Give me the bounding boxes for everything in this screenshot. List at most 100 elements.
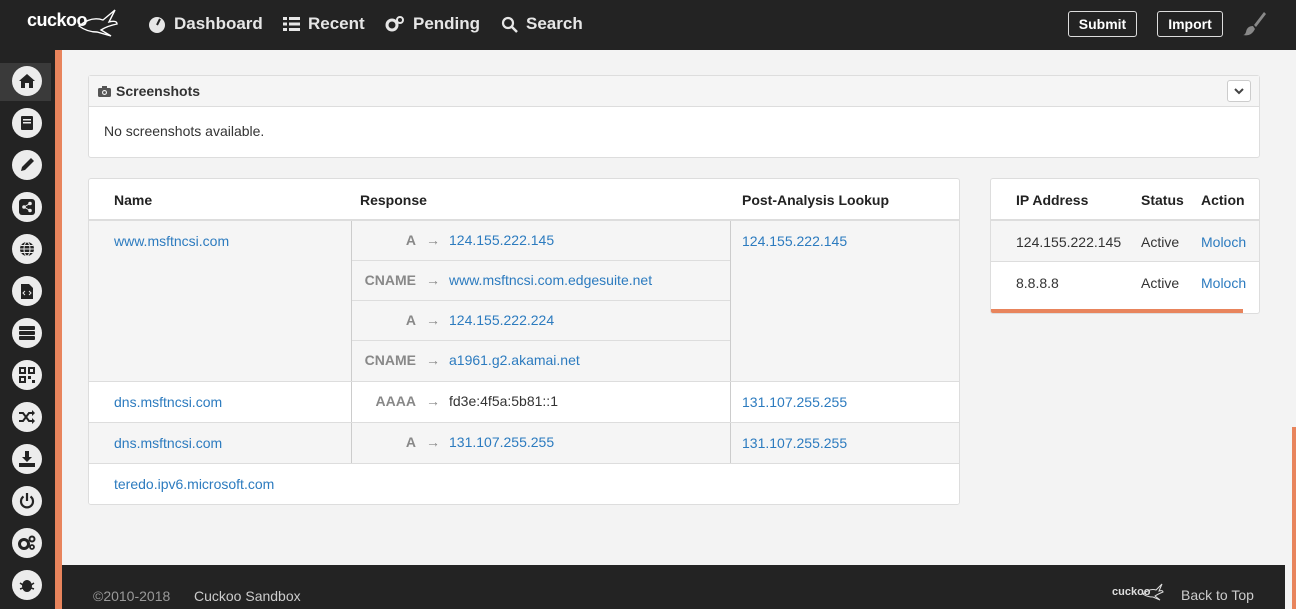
sidebar-power[interactable] — [12, 486, 42, 516]
record-type: A — [405, 434, 416, 450]
table-row: dns.msftncsi.com AAAA → fd3e:4f5a:5b81::… — [89, 382, 959, 423]
power-icon — [19, 493, 35, 509]
record-type: AAAA — [375, 393, 416, 409]
table-row: teredo.ipv6.microsoft.com — [89, 464, 959, 504]
post-analysis-link[interactable]: 131.107.255.255 — [742, 394, 847, 410]
post-analysis-link[interactable]: 131.107.255.255 — [742, 435, 847, 451]
accent-bar — [55, 50, 62, 609]
footer-brand: Cuckoo Sandbox — [194, 588, 301, 604]
response-item: CNAME → a1961.g2.akamai.net — [352, 341, 730, 381]
header-status: Status — [1141, 192, 1184, 208]
back-to-top-link[interactable]: Back to Top — [1181, 587, 1254, 603]
post-analysis-link[interactable]: 124.155.222.145 — [742, 233, 847, 249]
sidebar-download[interactable] — [12, 444, 42, 474]
screenshots-panel-header: Screenshots — [89, 76, 1259, 107]
domain-link[interactable]: teredo.ipv6.microsoft.com — [114, 476, 274, 492]
horizontal-scrollbar[interactable] — [991, 309, 1243, 313]
arrow-right-icon: → — [426, 312, 440, 328]
response-value-link[interactable]: 131.107.255.255 — [449, 434, 554, 450]
status: Active — [1141, 275, 1180, 291]
nav-search-label: Search — [526, 14, 583, 33]
table-row: 8.8.8.8 Active Moloch — [991, 262, 1259, 303]
camera-icon — [98, 85, 111, 97]
dashboard-icon — [149, 17, 165, 33]
arrow-right-icon: → — [426, 272, 440, 288]
response-item: AAAA → fd3e:4f5a:5b81::1 — [352, 382, 730, 422]
arrow-right-icon: → — [426, 393, 440, 409]
server-icon — [19, 326, 35, 340]
copyright: ©2010-2018 — [93, 588, 171, 604]
domain-link[interactable]: dns.msftncsi.com — [114, 394, 222, 410]
scrollbar-thumb[interactable] — [1292, 427, 1296, 609]
header-response: Response — [360, 192, 427, 208]
response-value-link[interactable]: www.msftncsi.com.edgesuite.net — [449, 272, 652, 288]
sidebar-server[interactable] — [12, 318, 42, 348]
screenshots-title: Screenshots — [116, 83, 201, 99]
download-icon — [19, 451, 35, 467]
sidebar-pencil[interactable] — [12, 150, 42, 180]
screenshots-panel: Screenshots No screenshots available. — [88, 75, 1260, 158]
response-value-link[interactable]: 124.155.222.224 — [449, 312, 554, 328]
response-item: A → 131.107.255.255 — [352, 423, 730, 463]
response-item: A → 124.155.222.145 — [352, 221, 730, 261]
nav-pending[interactable]: Pending — [385, 14, 480, 34]
nav-recent[interactable]: Recent — [283, 14, 365, 34]
table-row: dns.msftncsi.com A → 131.107.255.255 131… — [89, 423, 959, 464]
record-type: CNAME — [364, 272, 416, 288]
pencil-icon — [21, 158, 34, 171]
paintbrush-icon[interactable] — [1242, 10, 1268, 36]
arrow-right-icon: → — [426, 232, 440, 248]
share-icon — [19, 199, 35, 215]
table-row: 124.155.222.145 Active Moloch — [991, 221, 1259, 262]
table-row: www.msftncsi.com A → 124.155.222.145 CNA… — [89, 221, 959, 382]
header-ip-address: IP Address — [1016, 192, 1089, 208]
nav-search[interactable]: Search — [501, 14, 583, 34]
footer: ©2010-2018 Cuckoo Sandbox cuckoo Back to… — [62, 565, 1285, 609]
record-type: CNAME — [364, 352, 416, 368]
qrcode-icon — [19, 367, 35, 383]
moloch-link[interactable]: Moloch — [1201, 275, 1246, 291]
collapse-button[interactable] — [1227, 80, 1251, 102]
sidebar-globe[interactable] — [12, 234, 42, 264]
submit-button[interactable]: Submit — [1068, 11, 1137, 37]
sidebar-home[interactable] — [12, 66, 42, 96]
arrow-right-icon: → — [426, 352, 440, 368]
response-cell: A → 131.107.255.255 — [351, 423, 731, 463]
sidebar-file-code[interactable] — [12, 276, 42, 306]
arrow-right-icon: → — [426, 434, 440, 450]
screenshots-message: No screenshots available. — [104, 123, 265, 139]
shuffle-icon — [19, 410, 35, 424]
sidebar-bug[interactable] — [12, 570, 42, 600]
search-icon — [501, 16, 518, 33]
sidebar-qrcode[interactable] — [12, 360, 42, 390]
cuckoo-logo[interactable]: cuckoo — [27, 9, 118, 37]
cogs-icon — [385, 16, 404, 32]
moloch-link[interactable]: Moloch — [1201, 234, 1246, 250]
response-item: CNAME → www.msftncsi.com.edgesuite.net — [352, 261, 730, 301]
chevron-down-icon — [1234, 87, 1244, 94]
domain-link[interactable]: dns.msftncsi.com — [114, 435, 222, 451]
header-action: Action — [1201, 192, 1245, 208]
header-name: Name — [114, 192, 153, 208]
nav-dashboard[interactable]: Dashboard — [148, 14, 263, 34]
ip-address: 8.8.8.8 — [1016, 275, 1059, 291]
sidebar-cogs[interactable] — [12, 528, 42, 558]
response-item: A → 124.155.222.224 — [352, 301, 730, 341]
status: Active — [1141, 234, 1180, 250]
response-value-link[interactable]: a1961.g2.akamai.net — [449, 352, 580, 368]
top-navbar: cuckoo Dashboard Recent Pending Search S… — [0, 0, 1296, 50]
response-value: fd3e:4f5a:5b81::1 — [449, 393, 558, 409]
sidebar-book[interactable] — [12, 108, 42, 138]
record-type: A — [405, 312, 416, 328]
bird-icon — [77, 9, 118, 37]
response-cell: A → 124.155.222.145 CNAME → www.msftncsi… — [351, 221, 731, 381]
import-button[interactable]: Import — [1157, 11, 1223, 37]
globe-icon — [20, 241, 34, 257]
book-icon — [21, 116, 33, 130]
list-icon — [283, 17, 300, 31]
sidebar-shuffle[interactable] — [12, 402, 42, 432]
header-post-analysis: Post-Analysis Lookup — [742, 192, 890, 208]
response-value-link[interactable]: 124.155.222.145 — [449, 232, 554, 248]
domain-link[interactable]: www.msftncsi.com — [114, 233, 229, 249]
sidebar-share[interactable] — [12, 192, 42, 222]
